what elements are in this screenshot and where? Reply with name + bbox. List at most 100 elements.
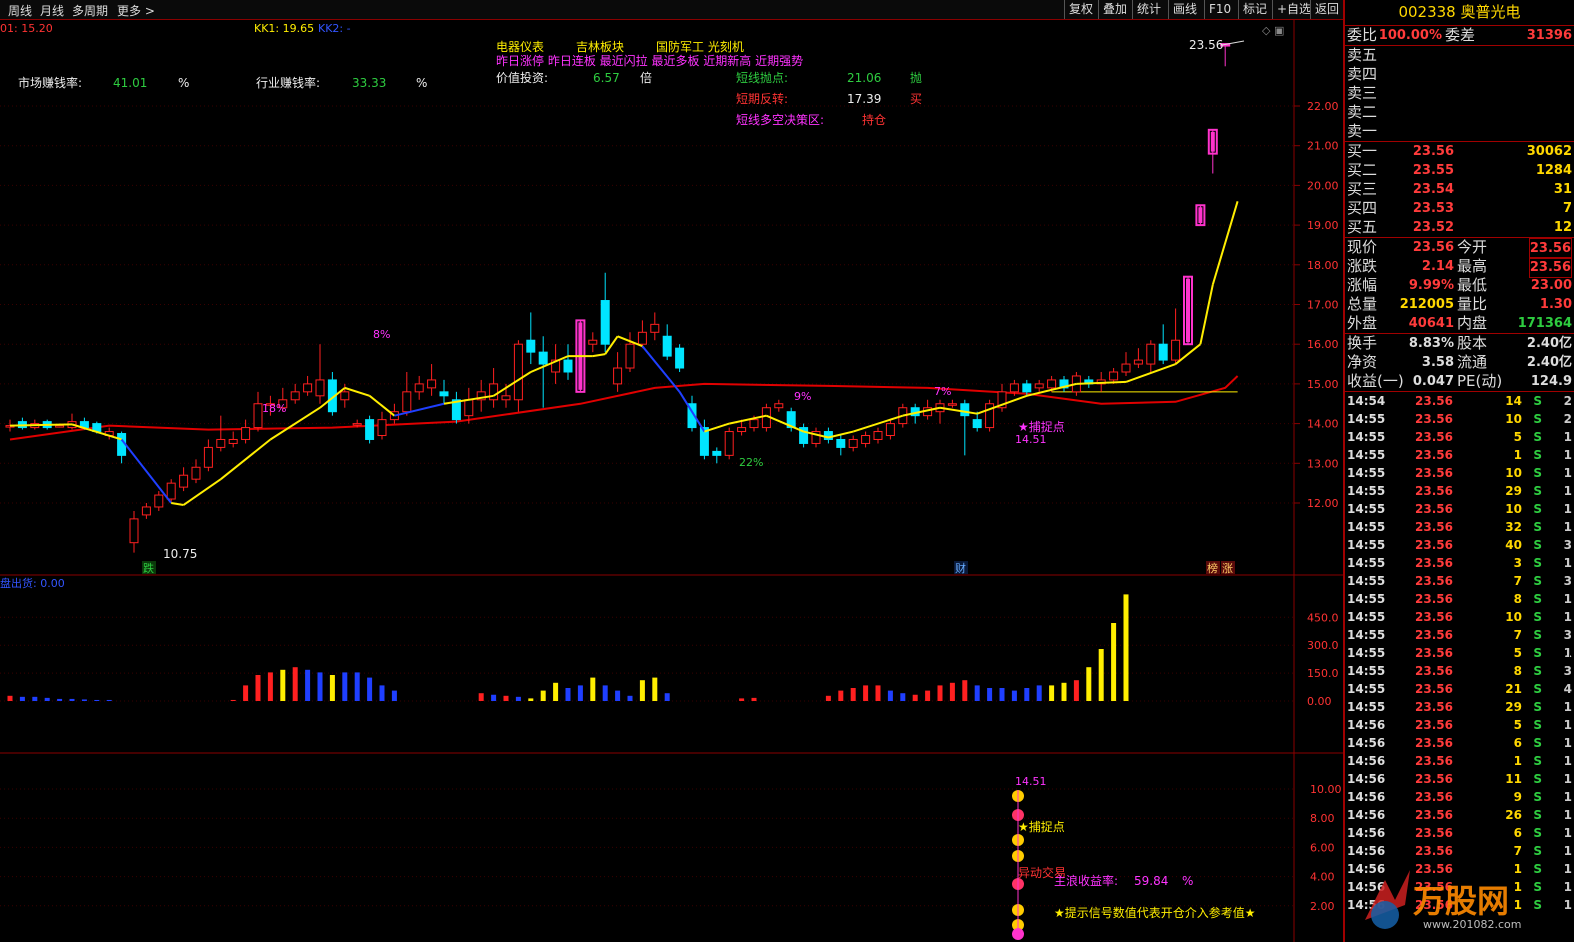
tick-volume: 8 <box>1513 592 1522 606</box>
tick-volume: 10 <box>1505 610 1522 624</box>
sub-rate-unit: % <box>1182 874 1193 888</box>
tab-multi-period[interactable]: 多周期 <box>72 2 108 19</box>
ask-row[interactable]: 卖一 <box>1345 122 1574 141</box>
bid-row[interactable]: 买三 23.54 31 <box>1345 180 1574 199</box>
price-tick-label: 13.00 <box>1307 457 1339 470</box>
tick-list[interactable]: 14:54 23.56 14 S 2 14:55 23.56 10 S 2 14:55 23.56 5 S… <box>1345 392 1574 914</box>
tick-row[interactable]: 14:55 23.56 10 S 1 <box>1345 464 1574 482</box>
sub-tick-label: 2.00 <box>1310 900 1335 913</box>
tick-row[interactable]: 14:55 23.56 7 S 3 <box>1345 626 1574 644</box>
tick-row[interactable]: 14:55 23.56 29 S 1 <box>1345 698 1574 716</box>
bid-row[interactable]: 买二 23.55 1284 <box>1345 161 1574 180</box>
tick-row[interactable]: 14:56 23.56 26 S 1 <box>1345 806 1574 824</box>
sector-3[interactable]: 国防军工 光刻机 <box>656 39 744 54</box>
tick-row[interactable]: 14:55 23.56 5 S 1 <box>1345 428 1574 446</box>
tick-side: S <box>1533 736 1542 750</box>
stat-row: 涨跌 2.14 最高 23.56 <box>1345 257 1574 278</box>
volume-bar <box>999 688 1005 701</box>
tick-price: 23.56 <box>1415 682 1453 696</box>
tick-price: 23.56 <box>1415 448 1453 462</box>
candle-body <box>600 300 610 345</box>
tick-time: 14:54 <box>1347 394 1386 408</box>
candle-body <box>414 383 424 393</box>
month-tag[interactable]: 月线 <box>1550 652 1574 669</box>
tick-row[interactable]: 14:55 23.56 32 S 1 <box>1345 518 1574 536</box>
volume-bar <box>887 690 893 701</box>
tick-row[interactable]: 14:56 23.56 11 S 1 <box>1345 770 1574 788</box>
draw-line-button[interactable]: 画线 <box>1168 0 1201 19</box>
tick-time: 14:55 <box>1347 700 1386 714</box>
volume-bar <box>1098 649 1104 701</box>
back-button[interactable]: 返回 <box>1310 0 1343 19</box>
tick-row[interactable]: 14:55 23.56 7 S 3 <box>1345 572 1574 590</box>
tick-row[interactable]: 14:55 23.56 40 S 3 <box>1345 536 1574 554</box>
marker-zhang: 涨 <box>1222 562 1233 575</box>
candle-body <box>749 419 759 429</box>
overlay-button[interactable]: 叠加 <box>1098 0 1131 19</box>
candle <box>1146 340 1156 372</box>
fuquan-button[interactable]: 复权 <box>1064 0 1097 19</box>
tick-row[interactable]: 14:56 23.56 5 S 1 <box>1345 716 1574 734</box>
signal-2-value: 17.39 <box>847 92 881 106</box>
tick-row[interactable]: 14:55 23.56 1 S 1 <box>1345 446 1574 464</box>
bid-price: 23.56 <box>1412 144 1454 159</box>
tick-time: 14:55 <box>1347 484 1386 498</box>
ask-row[interactable]: 卖五 <box>1345 46 1574 65</box>
sector-1[interactable]: 电器仪表 <box>496 40 544 54</box>
tick-row[interactable]: 14:55 23.56 3 S 1 <box>1345 554 1574 572</box>
tab-monthly[interactable]: 月线 <box>40 2 64 19</box>
volume-bar <box>602 685 608 701</box>
kk2-legend: KK2: - <box>318 22 351 35</box>
tick-price: 23.56 <box>1415 502 1453 516</box>
tick-row[interactable]: 14:55 23.56 10 S 1 <box>1345 608 1574 626</box>
ask-row[interactable]: 卖三 <box>1345 84 1574 103</box>
bid-price: 23.52 <box>1412 220 1454 235</box>
candles <box>5 43 1231 553</box>
tick-row[interactable]: 14:55 23.56 8 S 1 <box>1345 590 1574 608</box>
ask-row[interactable]: 卖四 <box>1345 65 1574 84</box>
tick-row[interactable]: 14:55 23.56 10 S 1 <box>1345 500 1574 518</box>
price-tick-label: 18.00 <box>1307 259 1339 272</box>
sub-rate-label: 主浪收益率: <box>1054 873 1118 888</box>
tick-row[interactable]: 14:54 23.56 14 S 2 <box>1345 392 1574 410</box>
bid-row[interactable]: 买四 23.53 7 <box>1345 199 1574 218</box>
f10-button[interactable]: F10 <box>1204 0 1235 19</box>
price-tick-label: 14.00 <box>1307 418 1339 431</box>
candle-body <box>848 438 858 448</box>
tick-row[interactable]: 14:56 23.56 9 S 1 <box>1345 788 1574 806</box>
volume-bar <box>503 695 509 701</box>
signal-2-label: 短期反转: <box>736 91 788 106</box>
tick-row[interactable]: 14:55 23.56 29 S 1 <box>1345 482 1574 500</box>
tick-row[interactable]: 14:56 23.56 6 S 1 <box>1345 734 1574 752</box>
webi-row: 委比 100.00% 委差 31396 <box>1345 26 1574 46</box>
bid-row[interactable]: 买五 23.52 12 <box>1345 218 1574 237</box>
tab-weekly[interactable]: 周线 <box>8 2 32 19</box>
volume-bar <box>987 688 993 701</box>
more-menu-button[interactable]: 更多 > <box>117 2 155 19</box>
volume-bar <box>280 669 286 701</box>
volume-bar <box>491 694 497 701</box>
tick-price: 23.56 <box>1415 700 1453 714</box>
tick-row[interactable]: 14:55 23.56 8 S 3 <box>1345 662 1574 680</box>
bid-volume: 12 <box>1553 220 1572 235</box>
tick-row[interactable]: 14:55 23.56 21 S 4 <box>1345 680 1574 698</box>
volume-bar <box>1123 594 1129 701</box>
stat-value-2: 23.56 <box>1528 257 1572 278</box>
mark-button[interactable]: 标记 <box>1238 0 1271 19</box>
bid-row[interactable]: 买一 23.56 30062 <box>1345 142 1574 161</box>
ask-row[interactable]: 卖二 <box>1345 103 1574 122</box>
tick-row[interactable]: 14:55 23.56 10 S 2 <box>1345 410 1574 428</box>
tick-row[interactable]: 14:56 23.56 1 S 1 <box>1345 752 1574 770</box>
tick-row[interactable]: 14:55 23.56 5 S 1 <box>1345 644 1574 662</box>
statistics-button[interactable]: 统计 <box>1132 0 1165 19</box>
tick-side: S <box>1533 682 1542 696</box>
sector-2[interactable]: 吉林板块 <box>576 40 624 54</box>
corner-icons[interactable]: ◇ ▣ <box>1262 24 1284 37</box>
add-watchlist-button[interactable]: +自选 <box>1272 0 1315 19</box>
tick-row[interactable]: 14:56 23.56 6 S 1 <box>1345 824 1574 842</box>
candle <box>811 427 821 448</box>
tick-side: S <box>1533 772 1542 786</box>
tick-row[interactable]: 14:56 23.56 7 S 1 <box>1345 842 1574 860</box>
bid-volume: 1284 <box>1535 163 1572 178</box>
kline-chart-area[interactable]: 22.00 21.00 20.00 19.00 18.00 17.00 16.00 15.00… <box>0 0 1343 942</box>
